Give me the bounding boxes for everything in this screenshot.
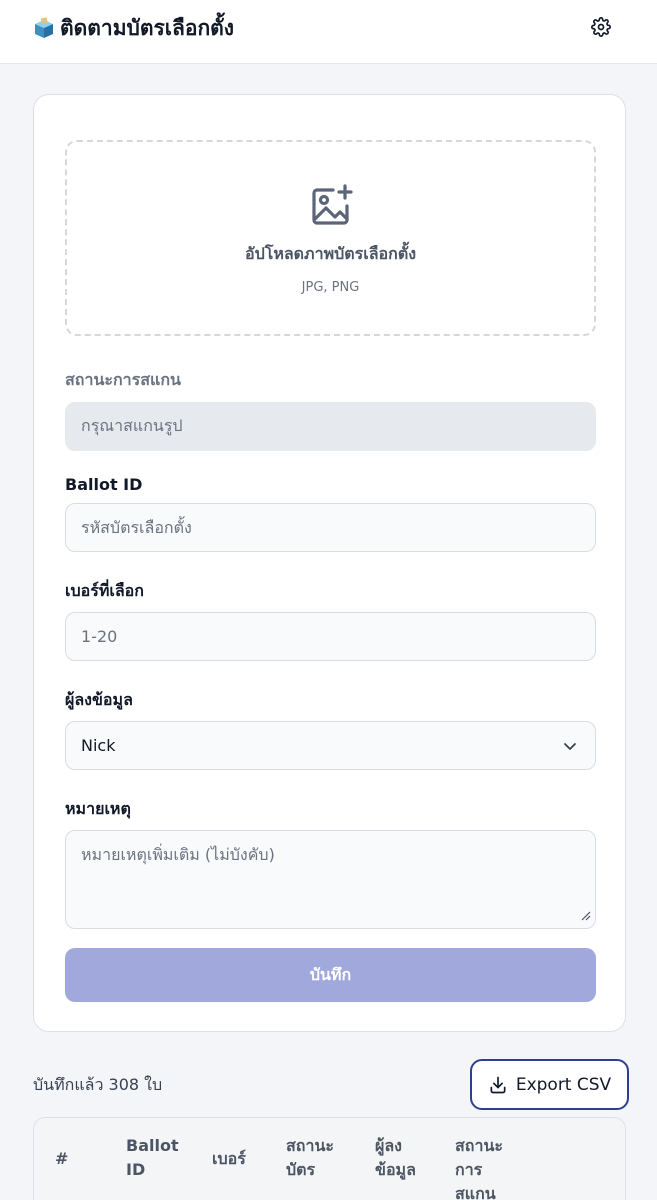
- note-textarea[interactable]: [65, 830, 596, 929]
- ballot-id-label: Ballot ID: [65, 475, 143, 494]
- image-upload-dropzone[interactable]: อัปโหลดภาพบัตรเลือกตั้ง JPG, PNG: [65, 140, 596, 336]
- recorder-select[interactable]: Nick: [65, 721, 596, 770]
- ballot-form-card: อัปโหลดภาพบัตรเลือกตั้ง JPG, PNG สถานะกา…: [33, 94, 626, 1032]
- recorder-selected-value: Nick: [81, 736, 116, 755]
- saved-count: บันทึกแล้ว 308 ใบ: [33, 1075, 163, 1094]
- column-header-ballot-status: สถานะบัตร: [286, 1136, 334, 1179]
- scan-status-label: สถานะการสแกน: [65, 370, 181, 389]
- number-label: เบอร์ที่เลือก: [65, 581, 144, 600]
- note-label: หมายเหตุ: [65, 799, 131, 818]
- column-header-index: #: [55, 1149, 69, 1168]
- app-title: ติดตามบัตรเลือกตั้ง: [60, 16, 235, 40]
- export-csv-label: Export CSV: [515, 1074, 612, 1095]
- column-header-scan-status: สถานะการสแกน: [455, 1136, 503, 1200]
- upload-formats: JPG, PNG: [301, 280, 360, 295]
- gear-icon: [591, 17, 611, 37]
- chevron-down-icon: [564, 743, 576, 750]
- recorder-label: ผู้ลงข้อมูล: [65, 690, 133, 709]
- save-button[interactable]: บันทึก: [65, 948, 596, 1002]
- export-csv-button[interactable]: Export CSV: [470, 1059, 629, 1110]
- scan-status-field: กรุณาสแกนรูป: [65, 402, 596, 451]
- settings-button[interactable]: [588, 14, 614, 40]
- top-bar: ติดตามบัตรเลือกตั้ง: [0, 0, 657, 64]
- column-header-ballot-id: Ballot ID: [126, 1136, 179, 1179]
- image-add-icon: [312, 184, 353, 225]
- column-header-recorder: ผู้ลงข้อมูล: [375, 1136, 416, 1179]
- resize-grip-icon[interactable]: [581, 911, 591, 921]
- ballot-id-input[interactable]: [65, 503, 596, 552]
- column-header-number: เบอร์: [212, 1149, 246, 1168]
- number-input[interactable]: [65, 612, 596, 661]
- upload-title: อัปโหลดภาพบัตรเลือกตั้ง: [244, 244, 417, 263]
- records-table: # Ballot ID เบอร์ สถานะบัตร ผู้ลงข้อมูล …: [33, 1117, 626, 1200]
- download-icon: [490, 1076, 506, 1093]
- ballot-box-icon: [35, 17, 53, 38]
